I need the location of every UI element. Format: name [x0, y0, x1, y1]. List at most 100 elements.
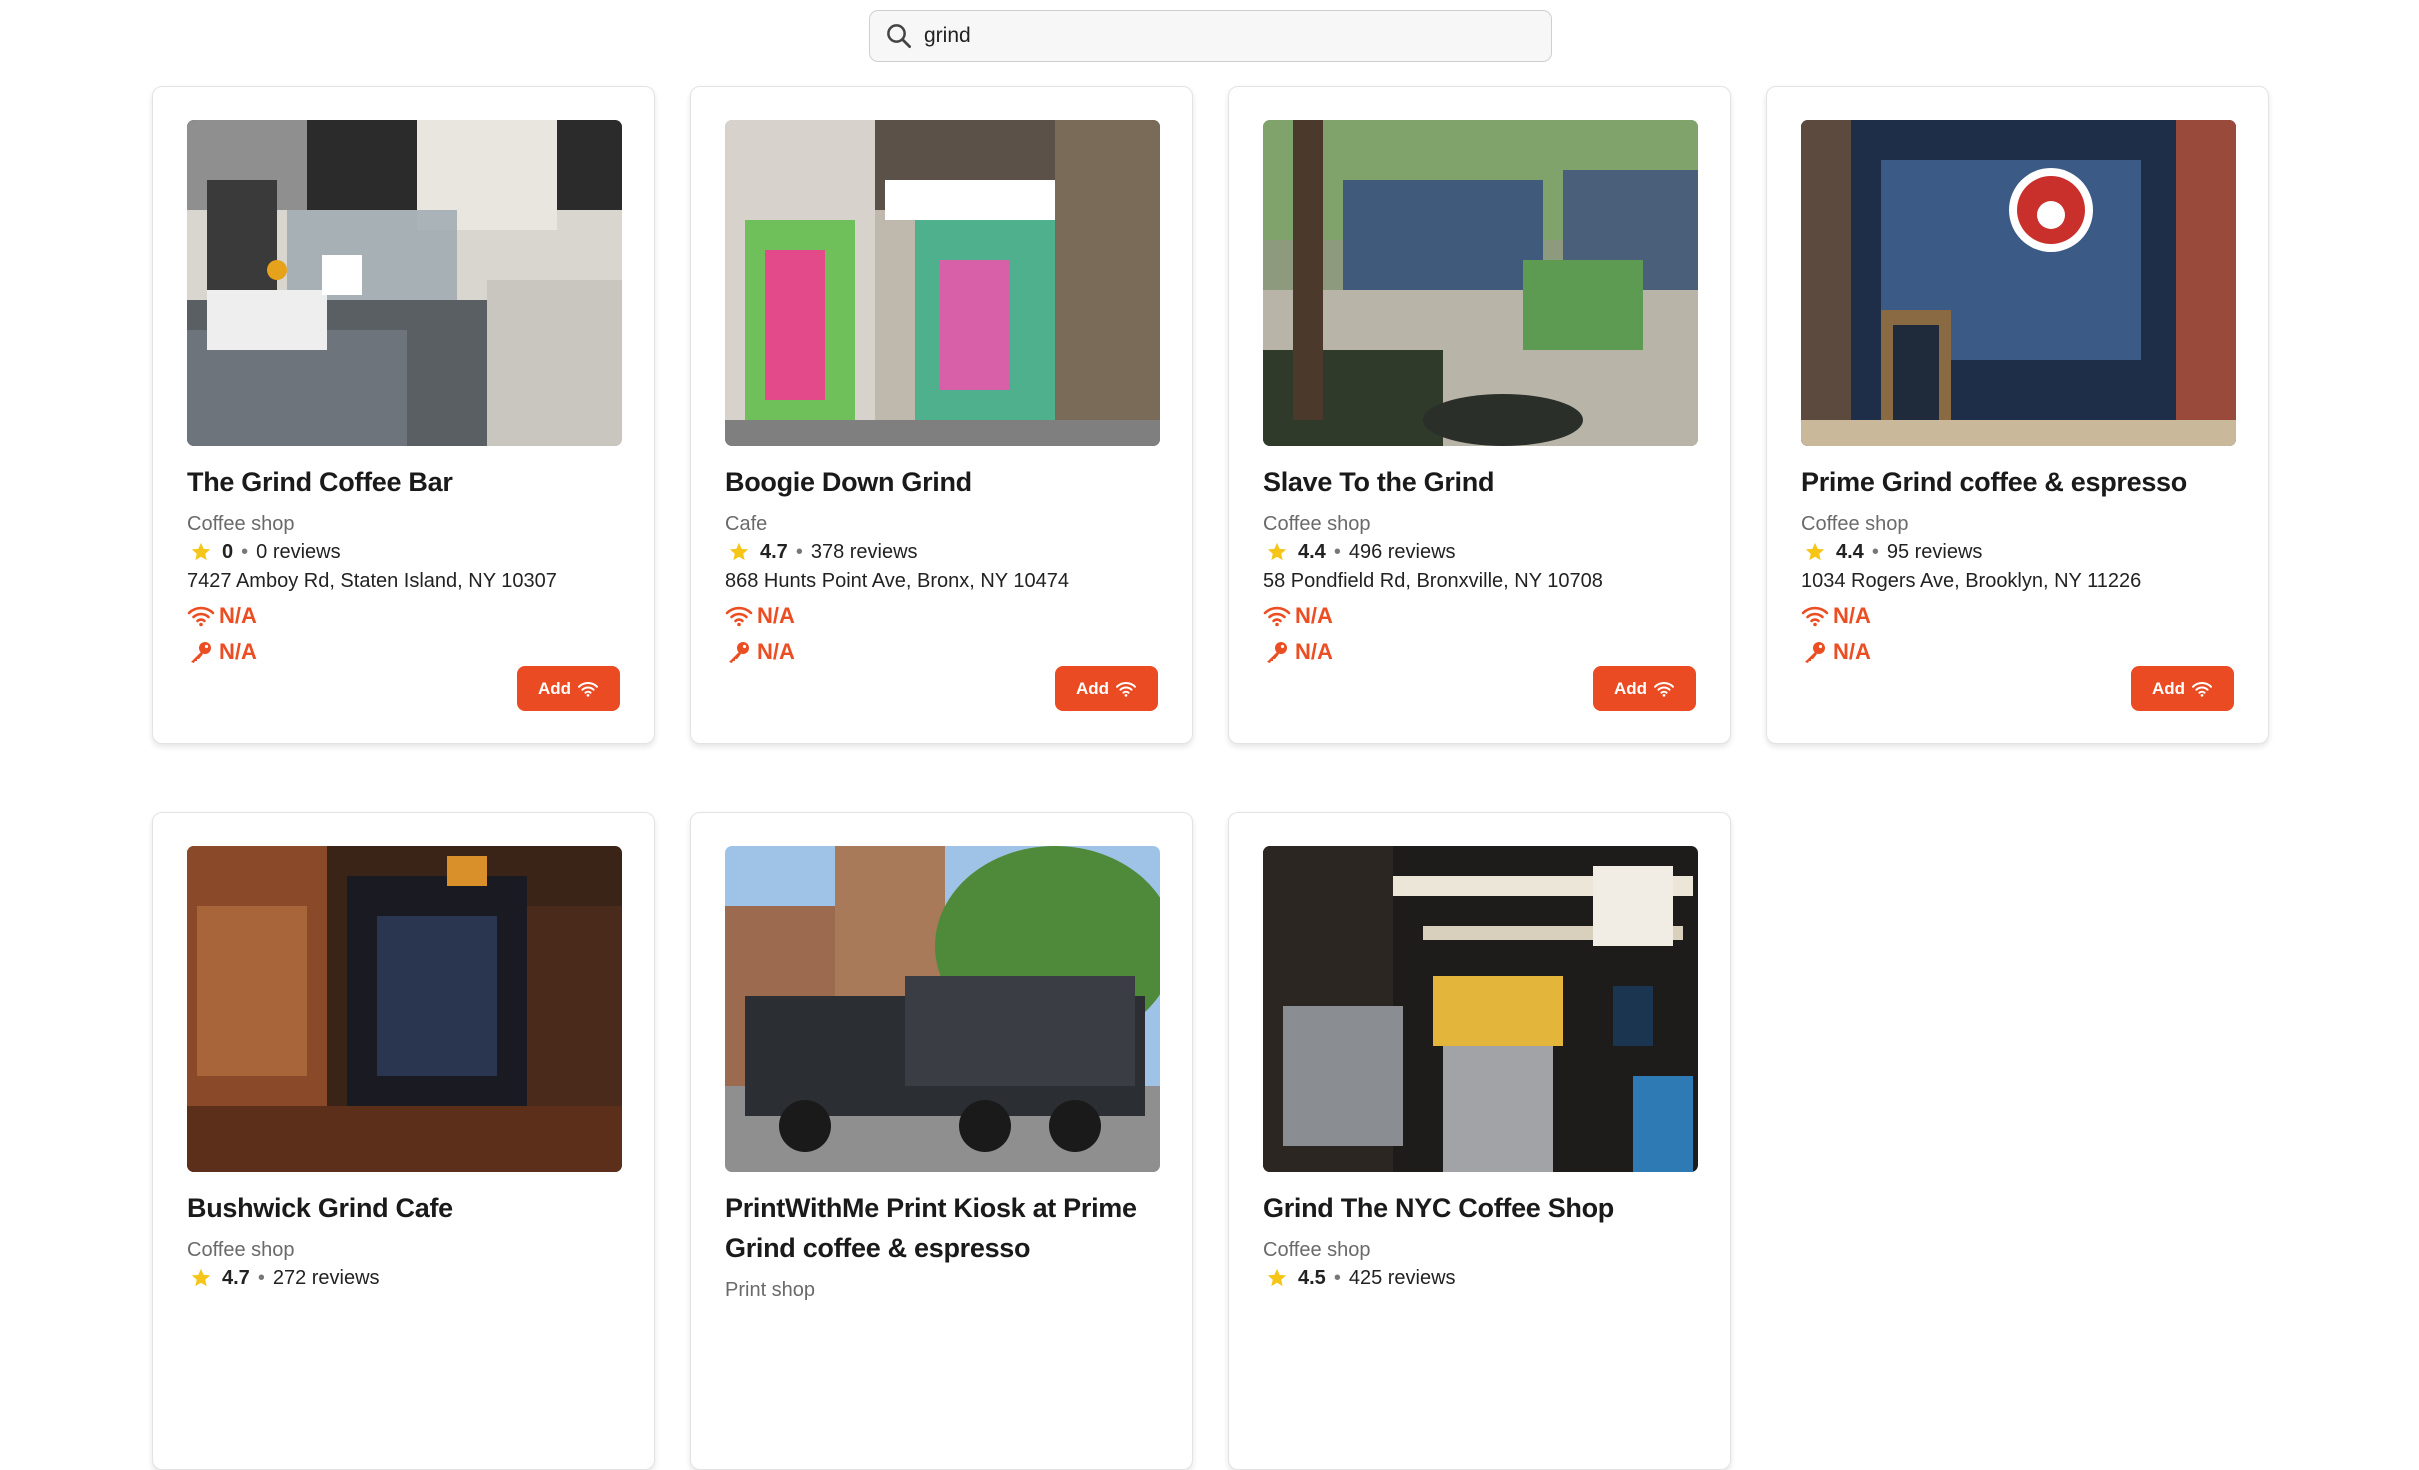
review-count: 272 reviews — [272, 1267, 380, 1289]
search-icon — [887, 24, 911, 48]
wifi-icon — [1654, 681, 1674, 697]
place-title[interactable]: PrintWithMe Print Kiosk at Prime Grind c… — [725, 1188, 1158, 1268]
place-address: 7427 Amboy Rd, Staten Island, NY 10307 — [187, 570, 557, 592]
wifi-status: N/A — [725, 600, 1158, 632]
place-card[interactable]: Prime Grind coffee & espresso Coffee sho… — [1766, 86, 2269, 744]
separator-dot: • — [795, 541, 803, 563]
place-title[interactable]: The Grind Coffee Bar — [187, 462, 620, 502]
place-photo[interactable] — [725, 846, 1160, 1172]
add-button[interactable]: Add — [1055, 666, 1158, 711]
place-card[interactable]: Boogie Down Grind Cafe 4.7 • 378 reviews… — [690, 86, 1193, 744]
add-label: Add — [1613, 678, 1648, 698]
wifi-icon — [2192, 681, 2212, 697]
place-title[interactable]: Grind The NYC Coffee Shop — [1263, 1188, 1696, 1228]
review-count: 425 reviews — [1348, 1267, 1456, 1289]
add-button[interactable]: Add — [517, 666, 620, 711]
rating-row: 4.7 • 378 reviews — [725, 538, 1158, 566]
place-title[interactable]: Boogie Down Grind — [725, 462, 1158, 502]
password-status: N/A — [1801, 636, 2234, 668]
place-card[interactable]: The Grind Coffee Bar Coffee shop 0 • 0 r… — [152, 86, 655, 744]
rating-row: 4.4 • 95 reviews — [1801, 538, 2234, 566]
review-count: 378 reviews — [810, 541, 918, 563]
rating-value: 4.4 — [1298, 541, 1326, 563]
add-button[interactable]: Add — [1593, 666, 1696, 711]
add-label: Add — [537, 678, 572, 698]
separator-dot: • — [1871, 541, 1879, 563]
place-photo[interactable] — [1263, 846, 1698, 1172]
star-icon — [1267, 542, 1287, 561]
place-category: Coffee shop — [187, 1239, 295, 1261]
wifi-value: N/A — [1295, 603, 1333, 628]
separator-dot: • — [257, 1267, 265, 1289]
key-icon — [191, 642, 211, 663]
star-icon — [191, 542, 211, 561]
separator-dot: • — [1333, 1267, 1341, 1289]
password-status: N/A — [187, 636, 620, 668]
rating-row: 4.4 • 496 reviews — [1263, 538, 1696, 566]
wifi-icon — [1801, 606, 1829, 627]
place-photo[interactable] — [187, 846, 622, 1172]
rating-value: 4.5 — [1298, 1267, 1326, 1289]
rating-value: 4.7 — [760, 541, 788, 563]
place-address: 58 Pondfield Rd, Bronxville, NY 10708 — [1263, 570, 1603, 592]
review-count: 0 reviews — [256, 541, 341, 563]
place-address: 1034 Rogers Ave, Brooklyn, NY 11226 — [1801, 570, 2142, 592]
password-value: N/A — [219, 639, 257, 664]
search-input[interactable] — [924, 24, 1524, 48]
place-title[interactable]: Slave To the Grind — [1263, 462, 1696, 502]
add-label: Add — [1075, 678, 1110, 698]
place-category: Coffee shop — [1801, 513, 1909, 535]
password-value: N/A — [1295, 639, 1333, 664]
place-category: Coffee shop — [1263, 513, 1371, 535]
rating-value: 4.4 — [1836, 541, 1864, 563]
rating-row: 4.7 • 272 reviews — [187, 1264, 620, 1292]
star-icon — [1267, 1268, 1287, 1287]
add-label: Add — [2151, 678, 2186, 698]
wifi-status: N/A — [187, 600, 620, 632]
password-status: N/A — [1263, 636, 1696, 668]
wifi-icon — [578, 681, 598, 697]
place-category: Print shop — [725, 1279, 816, 1301]
star-icon — [1805, 542, 1825, 561]
rating-value: 4.7 — [222, 1267, 250, 1289]
place-address: 868 Hunts Point Ave, Bronx, NY 10474 — [725, 570, 1069, 592]
wifi-icon — [1116, 681, 1136, 697]
wifi-icon — [187, 606, 215, 627]
rating-row: 4.5 • 425 reviews — [1263, 1264, 1696, 1292]
add-button[interactable]: Add — [2131, 666, 2234, 711]
place-title[interactable]: Bushwick Grind Cafe — [187, 1188, 620, 1228]
results-grid: The Grind Coffee Bar Coffee shop 0 • 0 r… — [152, 86, 2269, 1470]
place-photo[interactable] — [1801, 120, 2236, 446]
place-card[interactable]: Slave To the Grind Coffee shop 4.4 • 496… — [1228, 86, 1731, 744]
place-photo[interactable] — [187, 120, 622, 446]
password-value: N/A — [757, 639, 795, 664]
place-category: Cafe — [725, 513, 768, 535]
rating-value: 0 — [222, 541, 234, 563]
review-count: 95 reviews — [1886, 541, 1983, 563]
place-category: Coffee shop — [187, 513, 295, 535]
wifi-status: N/A — [1801, 600, 2234, 632]
wifi-status: N/A — [1263, 600, 1696, 632]
star-icon — [729, 542, 749, 561]
key-icon — [1805, 642, 1825, 663]
password-status: N/A — [725, 636, 1158, 668]
key-icon — [729, 642, 749, 663]
star-icon — [191, 1268, 211, 1287]
separator-dot: • — [1333, 541, 1341, 563]
wifi-value: N/A — [757, 603, 795, 628]
place-photo[interactable] — [725, 120, 1160, 446]
rating-row: 0 • 0 reviews — [187, 538, 620, 566]
key-icon — [1267, 642, 1287, 663]
separator-dot: • — [241, 541, 249, 563]
wifi-value: N/A — [219, 603, 257, 628]
wifi-value: N/A — [1833, 603, 1871, 628]
place-card[interactable]: Grind The NYC Coffee Shop Coffee shop 4.… — [1228, 812, 1731, 1470]
password-value: N/A — [1833, 639, 1871, 664]
place-photo[interactable] — [1263, 120, 1698, 446]
review-count: 496 reviews — [1348, 541, 1456, 563]
place-card[interactable]: PrintWithMe Print Kiosk at Prime Grind c… — [690, 812, 1193, 1470]
search-bar[interactable] — [869, 10, 1552, 62]
place-title[interactable]: Prime Grind coffee & espresso — [1801, 462, 2234, 502]
place-card[interactable]: Bushwick Grind Cafe Coffee shop 4.7 • 27… — [152, 812, 655, 1470]
place-category: Coffee shop — [1263, 1239, 1371, 1261]
